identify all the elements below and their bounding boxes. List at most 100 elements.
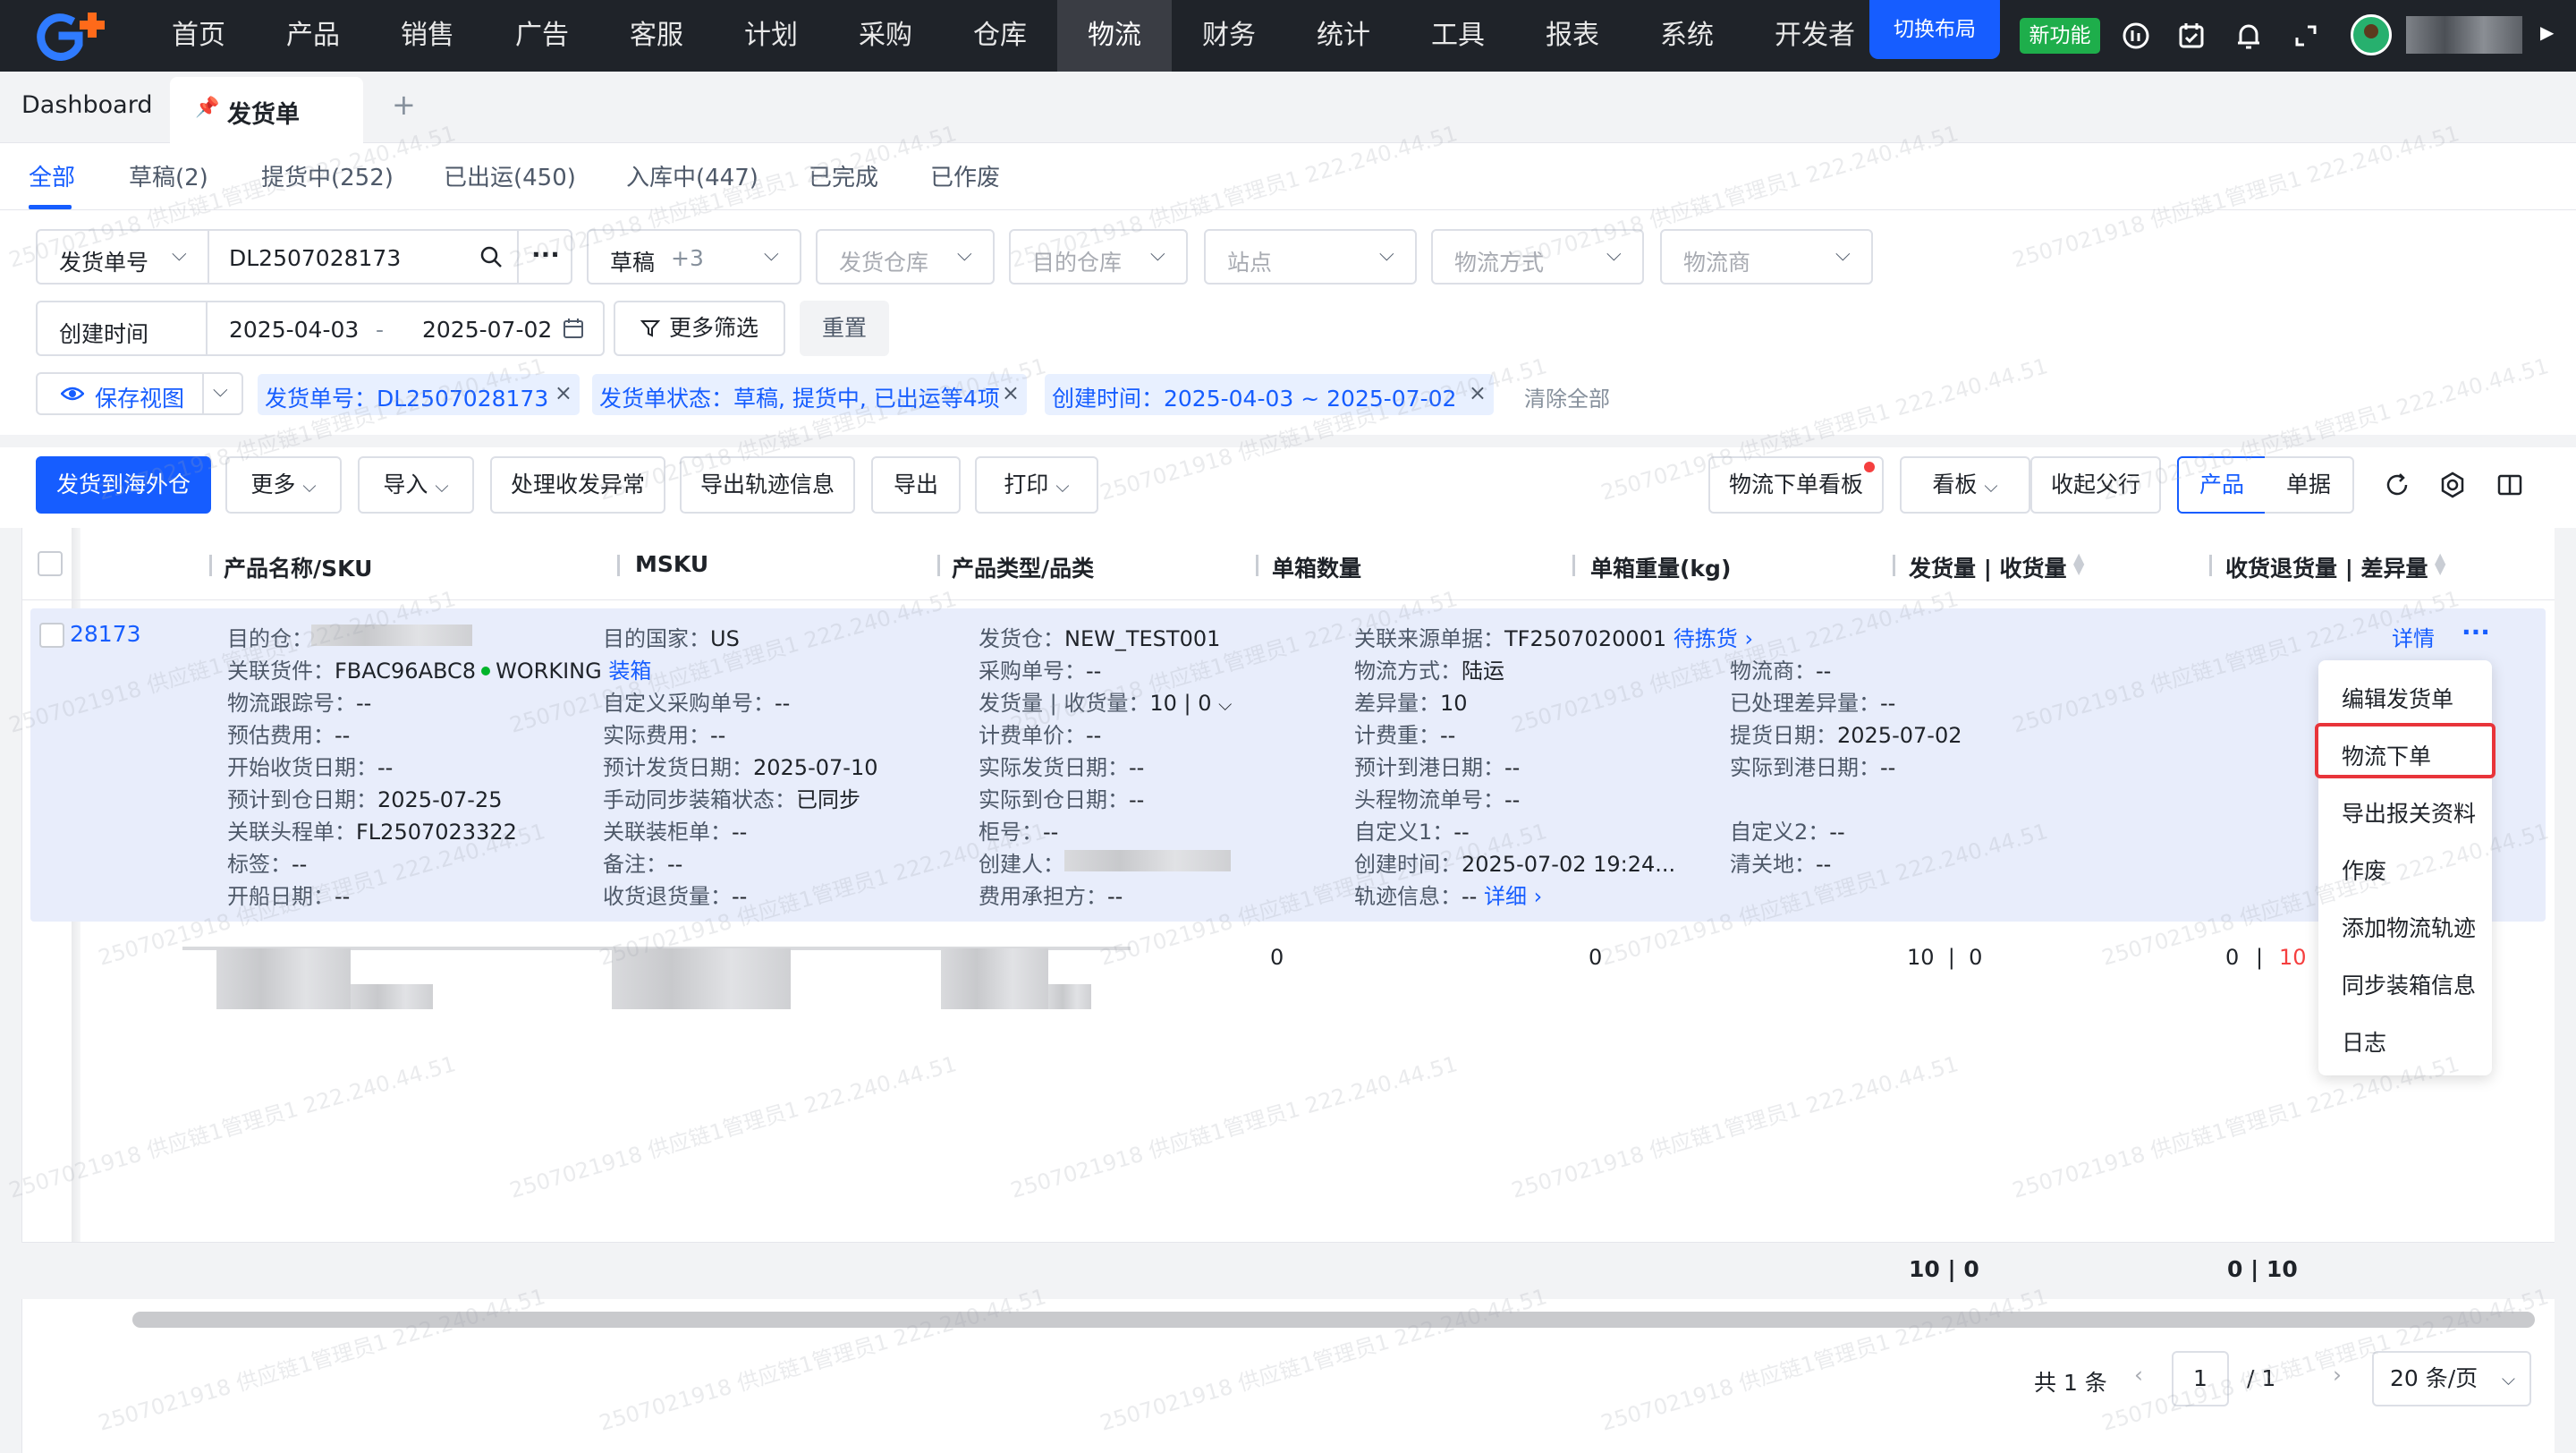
- view-product-toggle[interactable]: 产品: [2177, 456, 2267, 514]
- page-input[interactable]: 1: [2172, 1351, 2229, 1406]
- fullscreen-icon[interactable]: [2290, 20, 2322, 52]
- menu-log[interactable]: 日志: [2342, 1025, 2386, 1058]
- save-view-button[interactable]: 保存视图: [95, 381, 184, 413]
- date-end-input[interactable]: 2025-07-02: [422, 317, 552, 343]
- calendar-check-icon[interactable]: [2175, 20, 2207, 52]
- user-avatar[interactable]: [2351, 14, 2392, 55]
- nav-tools[interactable]: 工具: [1401, 0, 1515, 72]
- search-more-button[interactable]: ···: [531, 240, 560, 269]
- pending-pick-link[interactable]: 待拣货: [1674, 626, 1738, 651]
- carrier-select[interactable]: 物流商 ⌵: [1660, 229, 1873, 285]
- reset-button[interactable]: 重置: [800, 301, 889, 356]
- site-select[interactable]: 站点 ⌵: [1204, 229, 1417, 285]
- prev-page-button[interactable]: ‹: [2134, 1362, 2143, 1388]
- more-actions-button[interactable]: 更多 ⌵: [225, 456, 342, 514]
- menu-void[interactable]: 作废: [2342, 854, 2386, 886]
- handle-exception-button[interactable]: 处理收发异常: [490, 456, 665, 514]
- status-tab-shipped[interactable]: 已出运(450): [444, 159, 576, 192]
- board-button[interactable]: 看板 ⌵: [1900, 456, 2030, 514]
- chevron-down-icon[interactable]: ⌵: [1218, 693, 1232, 715]
- date-type-select[interactable]: 创建时间: [59, 317, 148, 349]
- order-search-group: 发货单号 ⌵ DL2507028173 ···: [36, 229, 572, 285]
- nav-plan[interactable]: 计划: [714, 0, 828, 72]
- nav-system[interactable]: 系统: [1630, 0, 1744, 72]
- nav-stats[interactable]: 统计: [1286, 0, 1401, 72]
- page-size-select[interactable]: 20 条/页 ⌵: [2372, 1351, 2531, 1406]
- nav-logistics[interactable]: 物流: [1057, 0, 1172, 72]
- close-icon[interactable]: ×: [555, 380, 572, 405]
- user-name-blurred[interactable]: [2406, 16, 2522, 54]
- nav-scroll-right-icon[interactable]: ▶: [2540, 21, 2554, 43]
- chevron-right-icon[interactable]: ›: [1738, 626, 1753, 651]
- nav-service[interactable]: 客服: [599, 0, 714, 72]
- field-custom2: 自定义2：--: [1730, 820, 1845, 845]
- track-detail-link[interactable]: 详细: [1484, 884, 1527, 909]
- status-tab-receiving[interactable]: 入库中(447): [626, 159, 758, 192]
- columns-icon[interactable]: [2496, 471, 2524, 499]
- more-filter-button[interactable]: 更多筛选: [614, 301, 785, 356]
- nav-home[interactable]: 首页: [141, 0, 256, 72]
- menu-export-customs[interactable]: 导出报关资料: [2342, 796, 2476, 828]
- export-track-button[interactable]: 导出轨迹信息: [680, 456, 855, 514]
- pin-icon[interactable]: 📌: [195, 97, 219, 119]
- status-tab-voided[interactable]: 已作废: [930, 159, 1000, 192]
- status-tab-picking[interactable]: 提货中(252): [261, 159, 394, 192]
- stats-icon[interactable]: [2120, 20, 2152, 52]
- status-tab-draft[interactable]: 草稿(2): [129, 159, 208, 192]
- tab-dashboard[interactable]: Dashboard: [21, 91, 152, 119]
- sort-icon[interactable]: ▲ ▼: [2073, 551, 2084, 576]
- nav-product[interactable]: 产品: [256, 0, 370, 72]
- close-icon[interactable]: ×: [1002, 380, 1020, 405]
- status-tab-completed[interactable]: 已完成: [809, 159, 878, 192]
- row-checkbox[interactable]: [39, 623, 64, 648]
- detail-link[interactable]: 详情: [2392, 621, 2435, 652]
- import-button[interactable]: 导入 ⌵: [358, 456, 474, 514]
- nav-sales[interactable]: 销售: [370, 0, 485, 72]
- clear-all-link[interactable]: 清除全部: [1524, 381, 1610, 412]
- settings-icon[interactable]: [2438, 471, 2467, 499]
- app-logo[interactable]: [32, 11, 113, 61]
- collapse-parent-button[interactable]: 收起父行: [2030, 456, 2161, 514]
- status-select[interactable]: 草稿 +3 ⌵: [587, 229, 801, 285]
- bell-icon[interactable]: [2233, 20, 2265, 52]
- ship-warehouse-select[interactable]: 发货仓库 ⌵: [816, 229, 995, 285]
- select-all-checkbox[interactable]: [38, 551, 63, 576]
- close-icon[interactable]: ×: [1469, 380, 1487, 405]
- next-page-button[interactable]: ›: [2333, 1362, 2342, 1388]
- switch-layout-button[interactable]: 切换布局: [1869, 0, 2000, 59]
- nav-finance[interactable]: 财务: [1172, 0, 1286, 72]
- menu-edit-shipment[interactable]: 编辑发货单: [2342, 682, 2453, 714]
- shipment-id-link[interactable]: 28173: [70, 621, 141, 647]
- add-tab-button[interactable]: +: [392, 88, 416, 122]
- boxing-link[interactable]: 装箱: [608, 659, 651, 684]
- nav-ads[interactable]: 广告: [485, 0, 599, 72]
- dest-warehouse-select[interactable]: 目的仓库 ⌵: [1009, 229, 1188, 285]
- view-doc-toggle[interactable]: 单据: [2265, 456, 2354, 514]
- horizontal-scrollbar[interactable]: [132, 1312, 2535, 1328]
- search-input[interactable]: DL2507028173: [229, 245, 401, 271]
- search-type-select[interactable]: 发货单号: [59, 245, 148, 277]
- nav-developer[interactable]: 开发者: [1744, 0, 1869, 72]
- chevron-down-icon[interactable]: ⌵: [172, 243, 187, 266]
- menu-sync-boxing[interactable]: 同步装箱信息: [2342, 968, 2476, 1000]
- nav-warehouse[interactable]: 仓库: [943, 0, 1057, 72]
- row-more-button[interactable]: ···: [2462, 617, 2490, 647]
- nav-reports[interactable]: 报表: [1515, 0, 1630, 72]
- logistics-board-button[interactable]: 物流下单看板: [1708, 456, 1884, 514]
- tab-shipment-order[interactable]: 📌 发货单: [170, 77, 363, 143]
- export-button[interactable]: 导出: [871, 456, 961, 514]
- sort-icon[interactable]: ▲ ▼: [2435, 551, 2445, 576]
- print-button[interactable]: 打印 ⌵: [975, 456, 1098, 514]
- nav-purchase[interactable]: 采购: [828, 0, 943, 72]
- new-feature-button[interactable]: 新功能: [2020, 18, 2100, 54]
- calendar-icon[interactable]: [562, 317, 585, 340]
- refresh-icon[interactable]: [2383, 471, 2411, 499]
- date-start-input[interactable]: 2025-04-03: [229, 317, 359, 343]
- logistics-method-select[interactable]: 物流方式 ⌵: [1431, 229, 1644, 285]
- search-icon[interactable]: [479, 245, 503, 268]
- chevron-right-icon[interactable]: ›: [1527, 884, 1543, 909]
- menu-add-track[interactable]: 添加物流轨迹: [2342, 911, 2476, 943]
- status-tab-all[interactable]: 全部: [29, 159, 75, 192]
- chevron-down-icon[interactable]: ⌵: [213, 379, 228, 402]
- ship-overseas-button[interactable]: 发货到海外仓: [36, 456, 211, 514]
